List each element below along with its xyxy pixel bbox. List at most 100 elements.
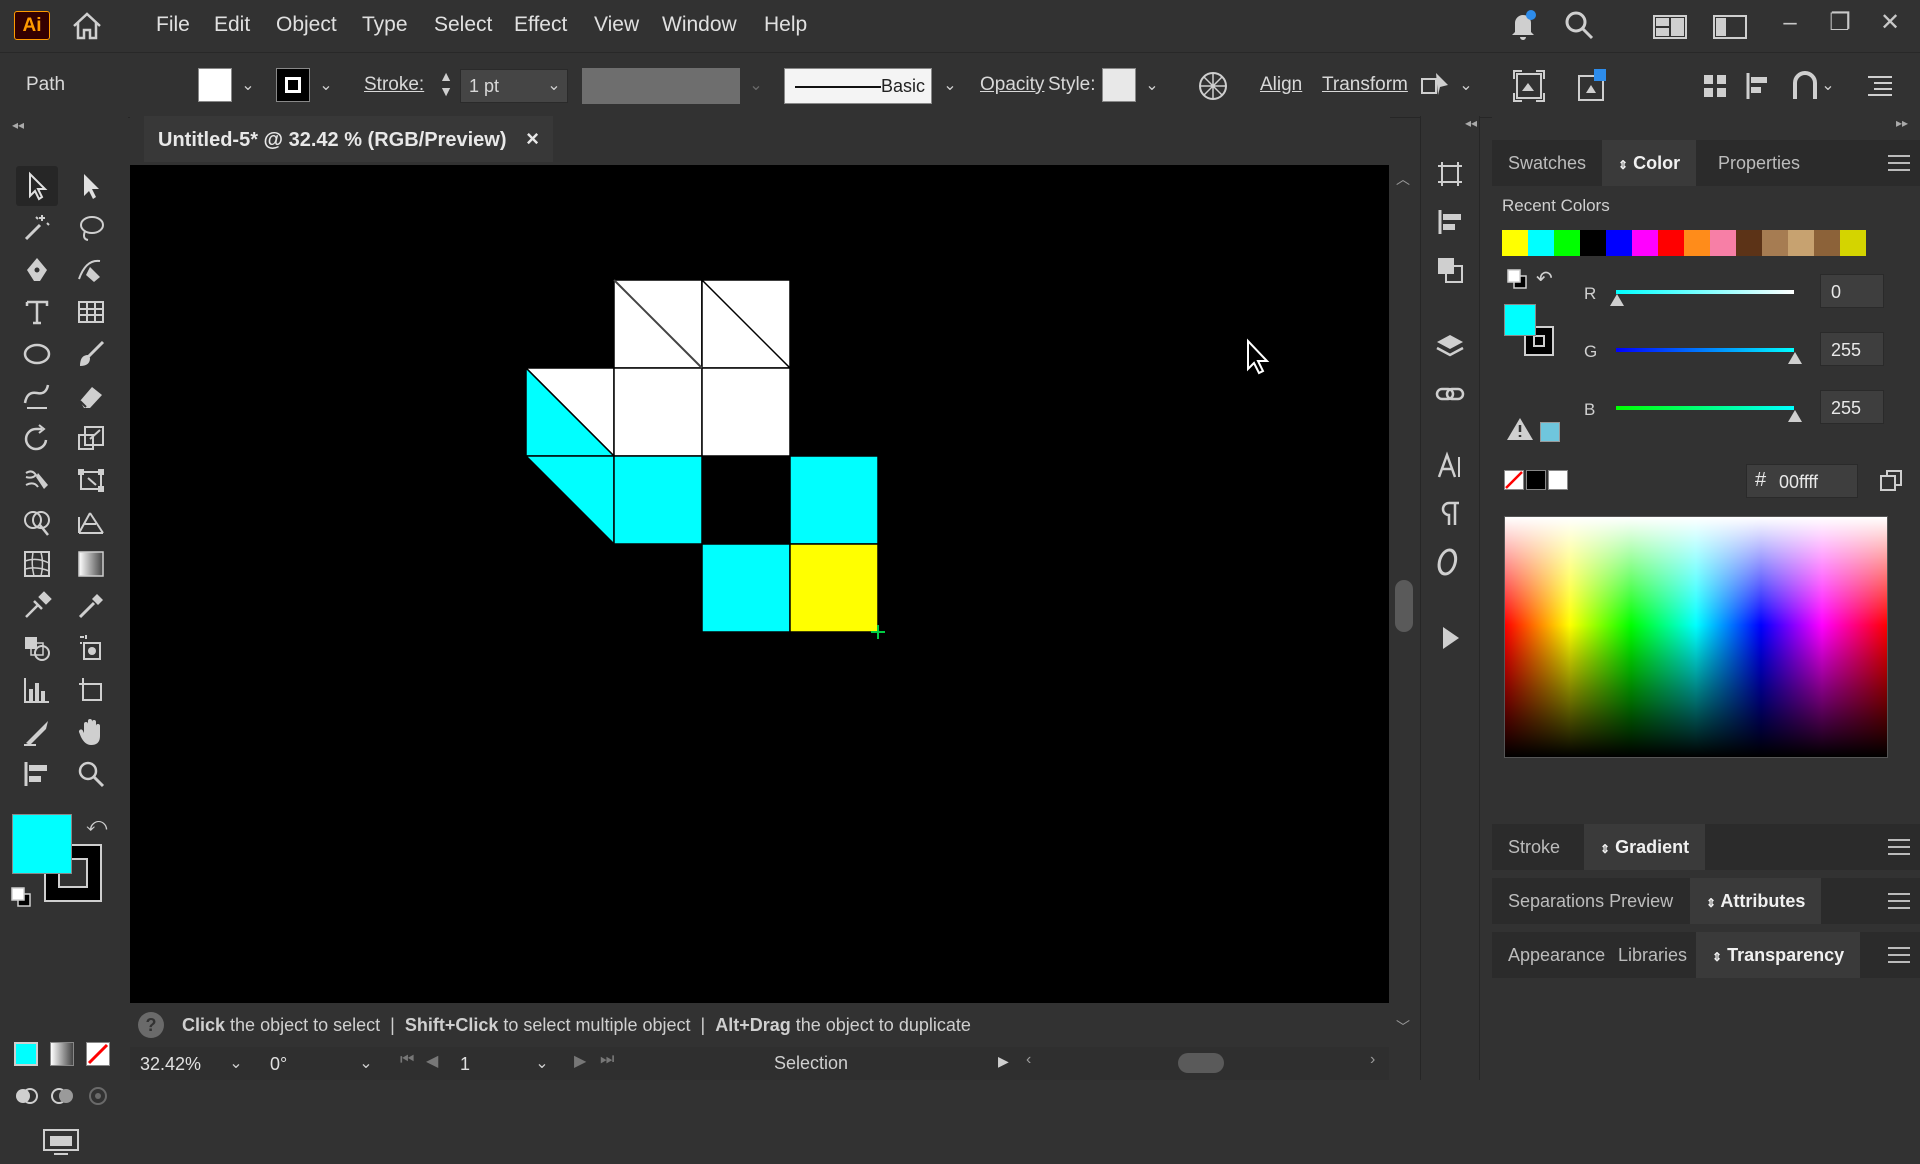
artwork[interactable] — [130, 165, 1389, 1003]
align-left-icon[interactable] — [1744, 71, 1774, 101]
color-spectrum[interactable] — [1504, 516, 1888, 758]
hand-tool-icon[interactable] — [70, 712, 112, 752]
isolate-object-icon[interactable] — [1512, 69, 1546, 103]
recent-color-swatch[interactable] — [1502, 230, 1528, 256]
variable-width-profile[interactable] — [582, 68, 740, 104]
tab-stroke[interactable]: Stroke — [1492, 824, 1576, 870]
opacity-label[interactable]: Opacity — [980, 53, 1044, 117]
scroll-up-icon[interactable]: ︿ — [1396, 169, 1410, 189]
rotation-dropdown-chevron-icon[interactable]: ⌄ — [356, 1053, 376, 1073]
cyan-square[interactable] — [701, 543, 791, 633]
home-icon[interactable] — [70, 10, 104, 42]
shape-options-chevron-icon[interactable]: ⌄ — [1456, 75, 1476, 95]
panel-menu-icon[interactable] — [1888, 839, 1910, 855]
minimize-icon[interactable]: – — [1772, 6, 1808, 40]
g-slider-handle[interactable] — [1788, 352, 1802, 364]
recent-color-swatch[interactable] — [1632, 230, 1658, 256]
tab-attributes[interactable]: ⇕ Attributes — [1690, 878, 1822, 924]
menu-edit[interactable]: Edit — [208, 10, 256, 40]
white-square[interactable] — [701, 367, 791, 457]
vertical-scroll-thumb[interactable] — [1395, 580, 1413, 632]
white-color-swatch[interactable] — [1548, 470, 1568, 490]
column-graph-tool-icon[interactable] — [16, 670, 58, 710]
panel-menu-icon[interactable] — [1888, 947, 1910, 963]
search-icon[interactable] — [1562, 8, 1596, 42]
white-square[interactable] — [613, 367, 703, 457]
cyan-triangle[interactable] — [524, 455, 615, 546]
fill-swatch[interactable] — [198, 68, 232, 102]
menu-select[interactable]: Select — [428, 10, 498, 40]
menu-view[interactable]: View — [588, 10, 645, 40]
recent-color-swatch[interactable] — [1580, 230, 1606, 256]
recent-color-swatch[interactable] — [1528, 230, 1554, 256]
color-mode-button[interactable] — [14, 1042, 38, 1066]
out-of-gamut-warning-icon[interactable] — [1506, 416, 1534, 442]
artboard-dropdown-chevron-icon[interactable]: ⌄ — [532, 1053, 552, 1073]
tab-gradient[interactable]: ⇕ Gradient — [1584, 824, 1706, 870]
menu-file[interactable]: File — [150, 10, 196, 40]
collapse-panels-icon[interactable]: ▸▸ — [1896, 116, 1908, 130]
previous-artboard-icon[interactable]: ◀ — [426, 1051, 438, 1071]
links-panel-icon[interactable] — [1432, 376, 1468, 412]
paragraph-panel-icon[interactable] — [1432, 496, 1468, 532]
slice-tool-icon[interactable] — [16, 712, 58, 752]
close-document-icon[interactable]: × — [526, 126, 539, 151]
graphic-style-swatch[interactable] — [1102, 68, 1136, 102]
menu-type[interactable]: Type — [356, 10, 414, 40]
panel-fill-box[interactable] — [1504, 304, 1536, 336]
fill-color-box[interactable] — [12, 814, 72, 874]
copy-hex-icon[interactable] — [1878, 468, 1904, 494]
b-slider-track[interactable] — [1616, 406, 1794, 410]
align-panel-icon[interactable] — [1432, 204, 1468, 240]
pathfinder-panel-icon[interactable] — [1432, 252, 1468, 288]
menu-object[interactable]: Object — [270, 10, 343, 40]
scroll-left-icon[interactable]: ‹ — [1026, 1051, 1031, 1069]
vertical-scrollbar[interactable]: ︿ ﹀ — [1390, 165, 1418, 1047]
rotate-tool-icon[interactable] — [16, 418, 58, 458]
transform-label[interactable]: Transform — [1322, 53, 1408, 117]
panel-menu-icon[interactable] — [1888, 893, 1910, 909]
brush-dropdown-chevron-icon[interactable]: ⌄ — [940, 75, 960, 95]
pathfinder-icon[interactable] — [1790, 71, 1820, 101]
direct-selection-tool-icon[interactable] — [70, 166, 112, 206]
none-mode-button[interactable] — [86, 1042, 110, 1066]
scroll-down-icon[interactable]: ﹀ — [1396, 1017, 1410, 1037]
recent-color-swatch[interactable] — [1684, 230, 1710, 256]
tab-separations-preview[interactable]: Separations Preview — [1492, 878, 1689, 924]
help-icon[interactable]: ? — [138, 1012, 164, 1038]
align-label[interactable]: Align — [1260, 53, 1302, 117]
opentype-panel-icon[interactable] — [1432, 544, 1468, 580]
b-slider-handle[interactable] — [1788, 410, 1802, 422]
next-artboard-icon[interactable]: ▶ — [574, 1051, 586, 1071]
artboards-panel-icon[interactable] — [1432, 156, 1468, 192]
expand-dock-icon[interactable]: ◂◂ — [1465, 116, 1477, 130]
rotation-field[interactable]: 0° — [270, 1051, 340, 1077]
symbol-sprayer-tool-icon[interactable] — [70, 628, 112, 668]
recent-color-swatch[interactable] — [1606, 230, 1632, 256]
hex-field[interactable]: # 00ffff — [1746, 464, 1858, 498]
scroll-right-icon[interactable]: › — [1370, 1051, 1375, 1069]
arrange-documents-icon[interactable] — [1712, 12, 1748, 42]
ellipse-tool-icon[interactable] — [16, 334, 58, 374]
none-color-swatch[interactable] — [1504, 470, 1524, 490]
restore-icon[interactable]: ❐ — [1822, 6, 1858, 40]
recent-color-swatch[interactable] — [1762, 230, 1788, 256]
magic-wand-tool-icon[interactable] — [16, 208, 58, 248]
perspective-grid-tool-icon[interactable] — [70, 502, 112, 542]
free-transform-tool-icon[interactable] — [70, 460, 112, 500]
fill-dropdown-chevron-icon[interactable]: ⌄ — [238, 75, 258, 95]
type-tool-icon[interactable] — [16, 292, 58, 332]
swap-fill-stroke-icon[interactable]: ⤺ — [86, 814, 107, 837]
recent-color-swatch[interactable] — [1554, 230, 1580, 256]
shaper-tool-icon[interactable] — [16, 376, 58, 416]
stroke-stepper-icon[interactable]: ▲ ▼ — [436, 69, 456, 103]
shape-builder-tool-icon[interactable] — [16, 502, 58, 542]
mesh-tool-icon[interactable] — [16, 544, 58, 584]
menu-effect[interactable]: Effect — [508, 10, 573, 40]
layers-panel-icon[interactable] — [1432, 328, 1468, 364]
pathfinder-chevron-icon[interactable]: ⌄ — [1818, 75, 1838, 95]
default-fill-stroke-icon[interactable] — [10, 886, 32, 908]
lasso-tool-icon[interactable] — [70, 208, 112, 248]
stroke-weight-chevron-icon[interactable]: ⌄ — [544, 75, 564, 95]
first-artboard-icon[interactable]: ⏮ — [400, 1051, 414, 1069]
